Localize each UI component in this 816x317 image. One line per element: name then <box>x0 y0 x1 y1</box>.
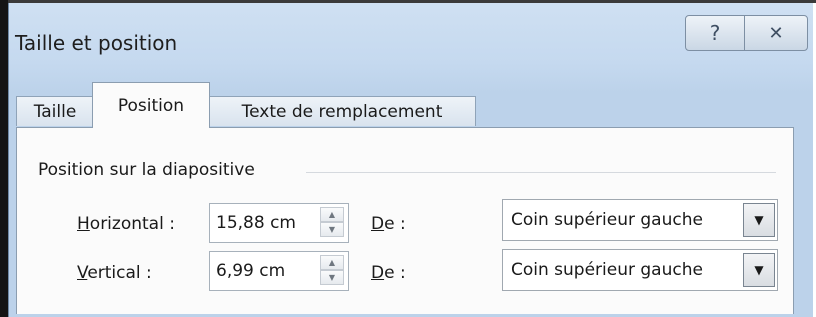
tab-label: Taille <box>33 101 77 122</box>
spin-up-icon[interactable]: ▲ <box>320 207 344 222</box>
vertical-from-select[interactable]: Coin supérieur gauche ▼ <box>502 249 778 291</box>
tab-texte-de-remplacement[interactable]: Texte de remplacement <box>208 96 476 126</box>
outer-frame-left <box>0 0 8 317</box>
close-icon: ✕ <box>768 22 784 44</box>
chevron-down-icon[interactable]: ▼ <box>743 253 775 287</box>
vertical-from-text: e : <box>384 263 406 283</box>
chevron-down-icon[interactable]: ▼ <box>743 203 775 237</box>
tab-taille[interactable]: Taille <box>16 96 94 126</box>
horizontal-label-accel: H <box>77 214 90 234</box>
vertical-spin-buttons: ▲ ▼ <box>320 255 346 287</box>
vertical-from-label: De : <box>371 263 406 283</box>
vertical-from-accel: D <box>371 263 385 283</box>
horizontal-from-accel: D <box>371 214 385 234</box>
horizontal-from-text: e : <box>384 214 406 234</box>
tab-label: Texte de remplacement <box>241 101 443 122</box>
help-button[interactable]: ? <box>685 15 745 51</box>
horizontal-from-label: De : <box>371 214 406 234</box>
title-bar: Taille et position ? ✕ <box>9 3 813 77</box>
horizontal-value[interactable]: 15,88 cm <box>216 213 296 233</box>
vertical-from-value: Coin supérieur gauche <box>511 260 703 280</box>
group-title: Position sur la diapositive <box>38 160 261 180</box>
group-divider <box>306 172 776 173</box>
vertical-label: Vertical : <box>77 263 152 283</box>
vertical-spinner[interactable]: 6,99 cm ▲ ▼ <box>209 251 349 291</box>
tab-label: Position <box>117 95 185 116</box>
help-icon: ? <box>709 21 721 45</box>
spin-down-icon[interactable]: ▼ <box>320 222 344 237</box>
horizontal-label: Horizontal : <box>77 214 175 234</box>
horizontal-spin-buttons: ▲ ▼ <box>320 207 346 239</box>
tab-position[interactable]: Position <box>92 82 210 128</box>
horizontal-label-text: orizontal : <box>89 214 175 234</box>
close-button[interactable]: ✕ <box>744 15 808 51</box>
vertical-value[interactable]: 6,99 cm <box>216 261 285 281</box>
horizontal-spinner[interactable]: 15,88 cm ▲ ▼ <box>209 203 349 243</box>
dialog-title: Taille et position <box>15 31 178 55</box>
horizontal-from-value: Coin supérieur gauche <box>511 210 703 230</box>
vertical-label-text: ertical : <box>87 263 152 283</box>
spin-up-icon[interactable]: ▲ <box>320 255 344 270</box>
spin-down-icon[interactable]: ▼ <box>320 270 344 285</box>
horizontal-from-select[interactable]: Coin supérieur gauche ▼ <box>502 199 778 241</box>
vertical-label-accel: V <box>77 263 88 283</box>
